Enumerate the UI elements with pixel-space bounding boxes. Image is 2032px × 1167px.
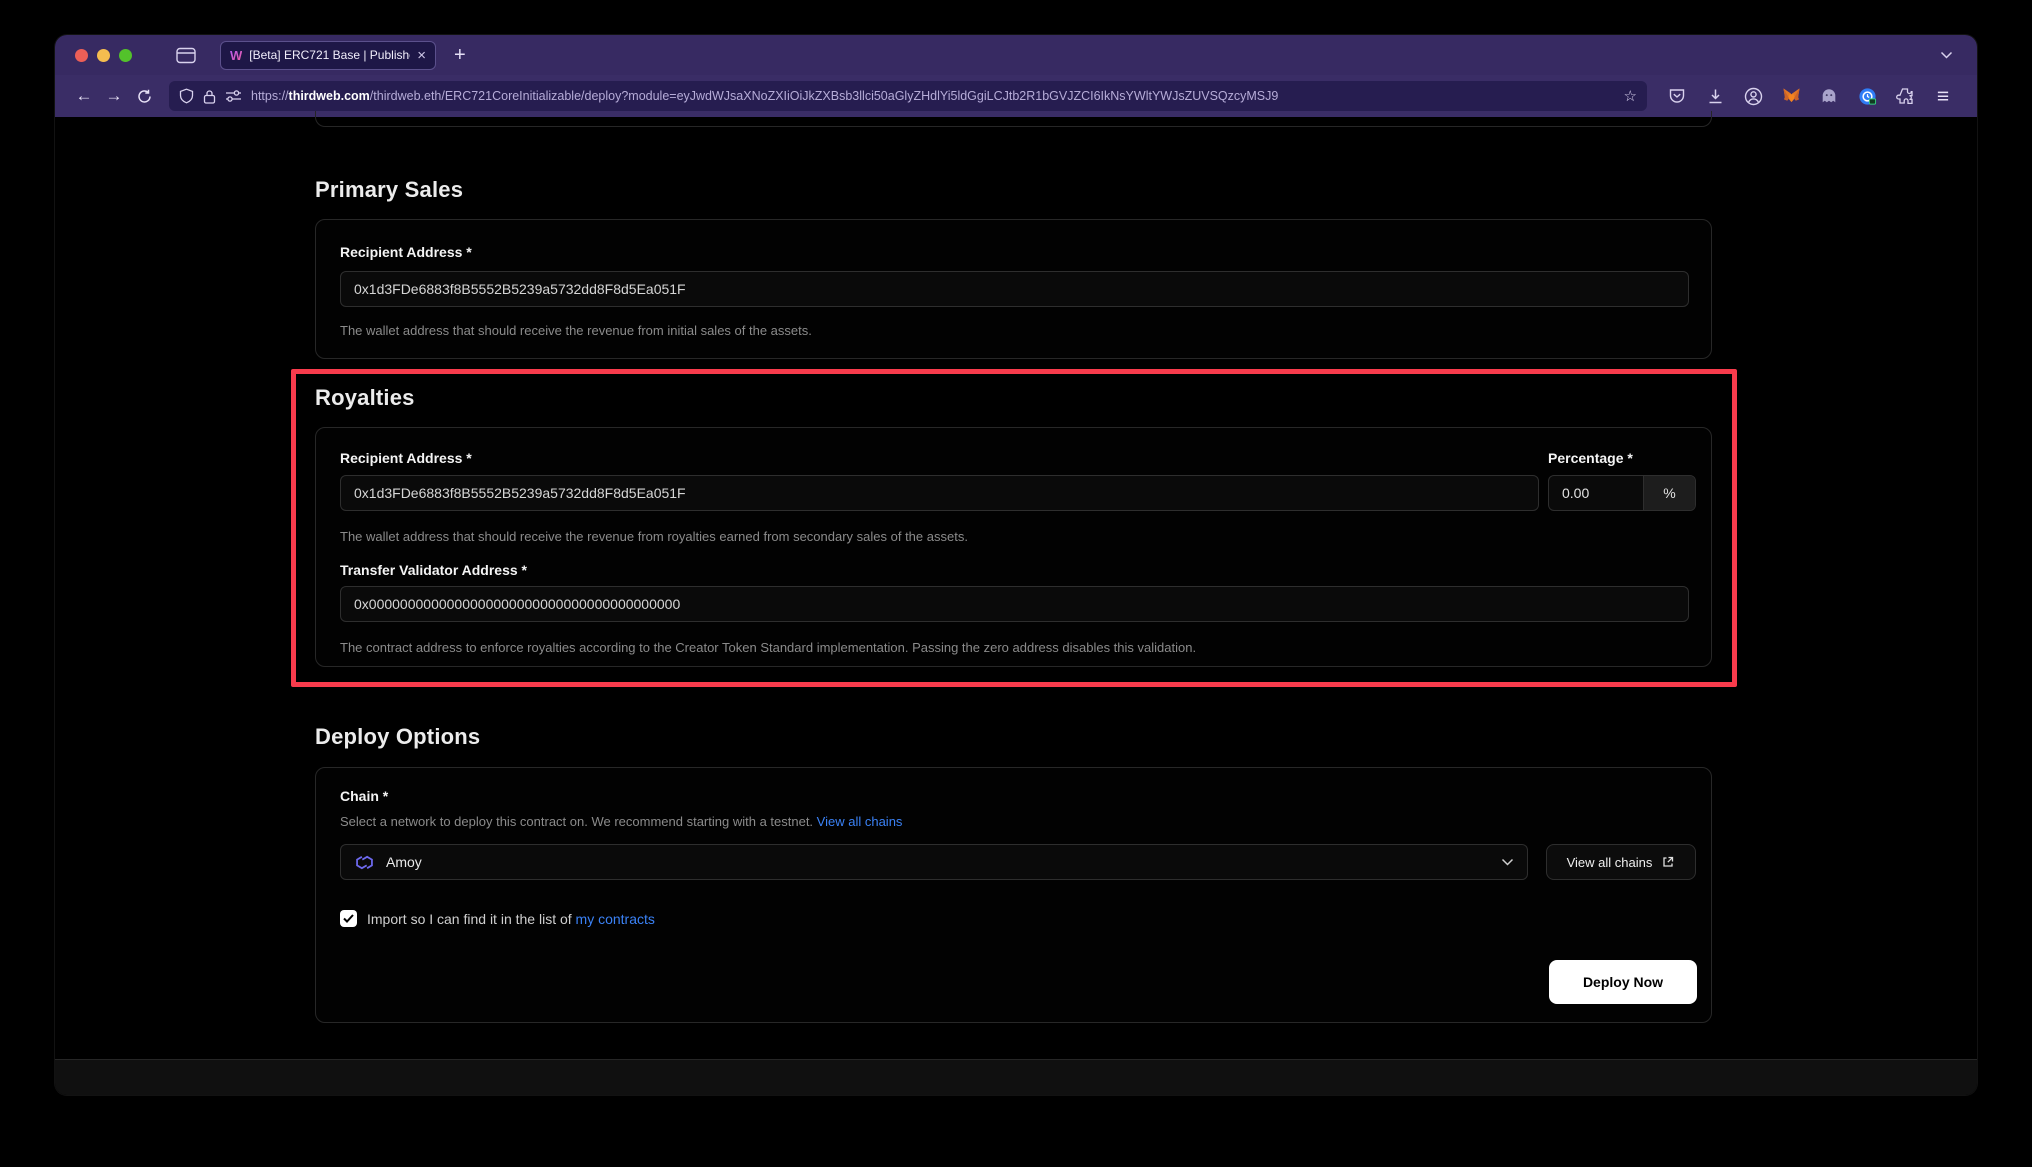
primary-sales-heading: Primary Sales	[315, 177, 463, 203]
toolbar-extensions: ≡	[1665, 84, 1955, 108]
browser-window: W [Beta] ERC721 Base | Published × + ← →…	[55, 35, 1977, 1095]
tab-bar: W [Beta] ERC721 Base | Published × +	[55, 35, 1977, 75]
chain-select[interactable]: Amoy	[340, 844, 1528, 880]
import-label: Import so I can find it in the list of m…	[367, 911, 655, 927]
external-link-icon	[1661, 855, 1675, 869]
transfer-validator-input[interactable]	[340, 586, 1689, 622]
tracking-shield-icon[interactable]	[179, 88, 194, 104]
chain-help: Select a network to deploy this contract…	[340, 814, 902, 829]
import-checkbox[interactable]	[340, 910, 357, 927]
tab-title: [Beta] ERC721 Base | Published	[249, 48, 410, 62]
royalties-card: Recipient Address * Percentage * % The w…	[315, 427, 1712, 667]
zoom-window-button[interactable]	[119, 49, 132, 62]
wallet-extension-icon[interactable]	[1855, 84, 1879, 108]
minimize-window-button[interactable]	[97, 49, 110, 62]
close-window-button[interactable]	[75, 49, 88, 62]
new-tab-button[interactable]: +	[454, 44, 466, 67]
forward-button[interactable]: →	[99, 81, 129, 111]
permissions-icon[interactable]	[225, 89, 242, 103]
lock-icon[interactable]	[203, 89, 216, 104]
page-footer	[55, 1059, 1977, 1095]
view-all-chains-link[interactable]: View all chains	[817, 814, 903, 829]
primary-recipient-label: Recipient Address *	[340, 244, 472, 260]
account-icon[interactable]	[1741, 84, 1765, 108]
firefox-view-icon[interactable]	[176, 47, 196, 64]
royalties-heading: Royalties	[315, 385, 415, 411]
browser-tab[interactable]: W [Beta] ERC721 Base | Published ×	[220, 41, 436, 70]
url-bar[interactable]: https://thirdweb.com/thirdweb.eth/ERC721…	[169, 81, 1647, 111]
import-checkbox-row: Import so I can find it in the list of m…	[340, 910, 655, 927]
page-content: Primary Sales Recipient Address * The wa…	[55, 117, 1977, 1095]
deploy-options-heading: Deploy Options	[315, 724, 480, 750]
transfer-validator-help: The contract address to enforce royaltie…	[340, 640, 1196, 655]
my-contracts-link[interactable]: my contracts	[576, 911, 655, 927]
deploy-options-card: Chain * Select a network to deploy this …	[315, 767, 1712, 1023]
menu-icon[interactable]: ≡	[1931, 84, 1955, 108]
reload-button[interactable]	[129, 81, 159, 111]
chevron-down-icon	[1501, 858, 1514, 866]
thirdweb-favicon-icon: W	[230, 48, 242, 63]
download-icon[interactable]	[1703, 84, 1727, 108]
royalty-recipient-label: Recipient Address *	[340, 450, 472, 466]
percent-suffix: %	[1643, 476, 1695, 510]
royalty-recipient-input[interactable]	[340, 475, 1539, 511]
url-text: https://thirdweb.com/thirdweb.eth/ERC721…	[251, 89, 1615, 103]
primary-sales-card: Recipient Address * The wallet address t…	[315, 219, 1712, 359]
chain-label: Chain *	[340, 788, 388, 804]
chain-selected-value: Amoy	[386, 854, 422, 870]
extensions-puzzle-icon[interactable]	[1893, 84, 1917, 108]
primary-recipient-input[interactable]	[340, 271, 1689, 307]
polygon-chain-icon	[354, 852, 375, 873]
bookmark-star-icon[interactable]: ☆	[1624, 87, 1637, 105]
transfer-validator-label: Transfer Validator Address *	[340, 562, 527, 578]
close-tab-icon[interactable]: ×	[417, 48, 426, 63]
royalty-recipient-help: The wallet address that should receive t…	[340, 529, 968, 544]
previous-card-bottom	[315, 111, 1712, 127]
royalty-percentage-label: Percentage *	[1548, 450, 1633, 466]
deploy-now-button[interactable]: Deploy Now	[1549, 960, 1697, 1004]
metamask-icon[interactable]	[1779, 84, 1803, 108]
royalty-percentage-input[interactable]	[1549, 476, 1643, 510]
back-button[interactable]: ←	[69, 81, 99, 111]
pocket-icon[interactable]	[1665, 84, 1689, 108]
royalty-percentage-field: %	[1548, 475, 1696, 511]
phantom-icon[interactable]	[1817, 84, 1841, 108]
tabs-dropdown-icon[interactable]	[1940, 51, 1953, 59]
primary-recipient-help: The wallet address that should receive t…	[340, 323, 812, 338]
view-all-chains-button[interactable]: View all chains	[1546, 844, 1696, 880]
window-controls	[75, 49, 132, 62]
